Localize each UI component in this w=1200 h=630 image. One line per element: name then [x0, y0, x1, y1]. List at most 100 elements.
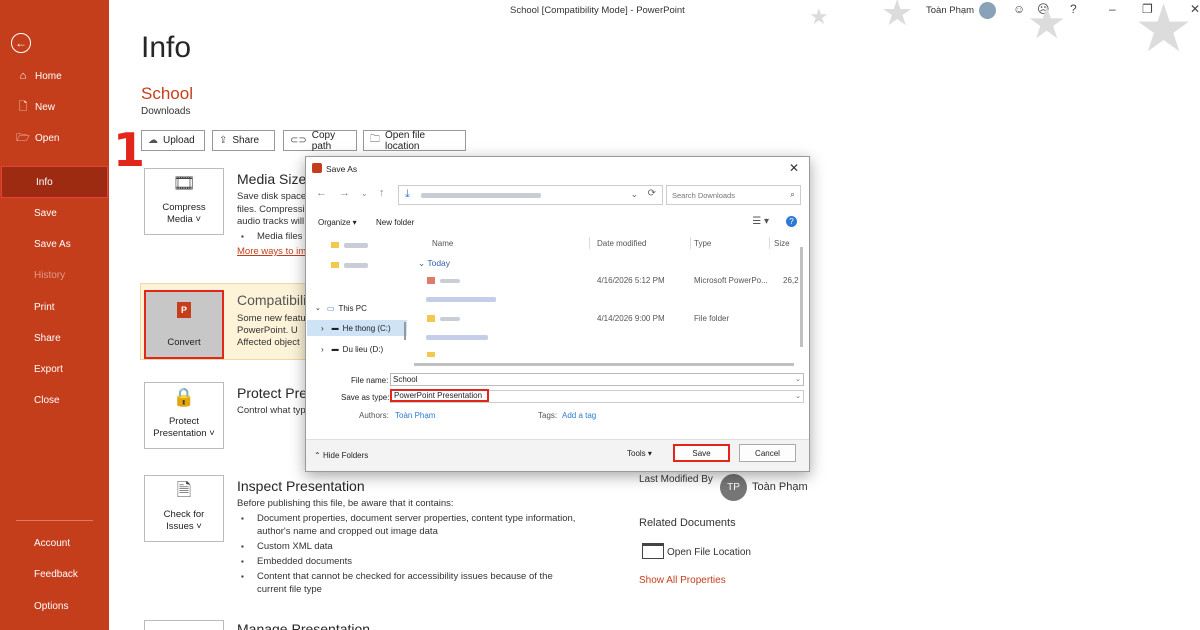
new-folder-button[interactable]: New folder: [376, 218, 414, 227]
chevron-down-icon[interactable]: ⌄: [361, 189, 368, 198]
help-icon[interactable]: ?: [1070, 2, 1077, 16]
chevron-down-icon[interactable]: ⌄: [795, 392, 801, 400]
back-arrow-icon[interactable]: ←: [11, 33, 31, 53]
more-ways-link[interactable]: More ways to im: [237, 246, 306, 257]
group-header-blurred[interactable]: [426, 297, 496, 302]
avatar[interactable]: [979, 2, 996, 19]
tree-item-this-pc[interactable]: ⌄ ▭ This PC: [307, 300, 407, 316]
sidebar-item-home[interactable]: ⌂ Home: [0, 65, 109, 87]
sidebar-divider: [16, 520, 93, 521]
compress-media-label: Compress: [162, 202, 206, 213]
save-button[interactable]: Save: [673, 444, 730, 462]
powerpoint-icon: [312, 163, 322, 173]
backstage-sidebar: ← ⌂ Home 🗋 New 🗁 Open Info Save Save As …: [0, 0, 109, 630]
sidebar-item-account[interactable]: Account: [0, 532, 109, 554]
file-list-hscrollbar[interactable]: [414, 363, 794, 366]
group-header-blurred[interactable]: [426, 335, 488, 340]
column-header-date[interactable]: Date modified: [597, 239, 646, 248]
sidebar-item-options[interactable]: Options: [0, 595, 109, 617]
close-icon[interactable]: ✕: [789, 161, 799, 175]
sidebar-item-label: History: [34, 269, 66, 281]
column-header-name[interactable]: Name: [432, 239, 453, 248]
tags-label: Tags:: [538, 411, 558, 420]
minimize-icon[interactable]: –: [1109, 2, 1116, 16]
inspect-bullet: Document properties, document server pro…: [241, 513, 581, 538]
sidebar-item-label: Info: [36, 176, 53, 188]
cancel-button[interactable]: Cancel: [739, 444, 796, 462]
sidebar-item-save-as[interactable]: Save As: [0, 233, 109, 255]
sidebar-item-new[interactable]: 🗋 New: [0, 96, 109, 118]
column-separator[interactable]: [589, 237, 590, 249]
sidebar-item-share[interactable]: Share: [0, 327, 109, 349]
check-issues-label: Check for: [163, 509, 205, 520]
tree-item-drive-d[interactable]: › ▬ Du lieu (D:): [307, 341, 407, 357]
page-title: Info: [141, 31, 192, 64]
group-header-today[interactable]: ⌄ Today: [418, 258, 450, 269]
manage-presentation-button[interactable]: [144, 620, 224, 630]
refresh-icon[interactable]: ⟳: [648, 188, 656, 199]
share-button[interactable]: ⇪ Share: [212, 130, 275, 151]
file-name-blurred: [440, 279, 460, 283]
media-text: files. Compressio: [237, 204, 310, 215]
file-type: Microsoft PowerPo...: [694, 276, 768, 285]
tree-scrollbar[interactable]: [404, 322, 406, 340]
sidebar-item-info[interactable]: Info: [1, 166, 108, 198]
check-for-issues-button[interactable]: 🗎 Check for Issues ˅: [144, 475, 224, 542]
tree-item-drive-c[interactable]: › ▬ He thong (C:): [307, 320, 407, 336]
search-icon: ⌕: [789, 189, 795, 199]
copy-path-button[interactable]: ⊂⊃ Copy path: [283, 130, 357, 152]
convert-button[interactable]: P Convert: [144, 290, 224, 359]
show-all-properties-link[interactable]: Show All Properties: [639, 575, 726, 586]
powerpoint-file-icon: [427, 277, 435, 284]
tools-dropdown[interactable]: Tools ▾: [627, 449, 652, 458]
sidebar-item-save[interactable]: Save: [0, 202, 109, 224]
protect-label: Protect: [168, 416, 200, 427]
cloud-upload-icon: ☁: [148, 135, 158, 146]
star-decoration-icon: ★: [809, 4, 829, 29]
compress-media-button[interactable]: 🎞 Compress Media ˅: [144, 168, 224, 235]
column-header-size[interactable]: Size: [774, 239, 790, 248]
sidebar-item-label: Account: [34, 537, 71, 549]
help-icon[interactable]: ?: [786, 216, 797, 227]
back-icon[interactable]: ←: [316, 187, 327, 199]
tree-item[interactable]: [307, 237, 407, 253]
search-input[interactable]: [672, 189, 782, 202]
hide-folders-button[interactable]: ⌃ Hide Folders: [314, 451, 368, 460]
upload-button[interactable]: ☁ Upload: [141, 130, 205, 151]
file-name-field[interactable]: School ⌄: [390, 373, 804, 386]
column-separator[interactable]: [690, 237, 691, 249]
file-name-blurred: [440, 317, 460, 321]
open-file-location-link[interactable]: Open File Location: [667, 547, 751, 558]
chevron-down-icon[interactable]: ⌄: [630, 189, 638, 200]
media-text: audio tracks will: [237, 216, 305, 227]
file-list-scrollbar[interactable]: [800, 247, 803, 347]
table-row[interactable]: 4/14/2026 9:00 PM File folder: [414, 312, 804, 326]
sidebar-item-close[interactable]: Close: [0, 389, 109, 411]
address-bar[interactable]: ⤓ ⌄ ⟳: [398, 185, 663, 205]
lock-search-icon: 🔒: [172, 387, 196, 407]
tree-item[interactable]: [307, 257, 407, 273]
chevron-down-icon[interactable]: ⌄: [795, 375, 801, 383]
close-window-icon[interactable]: ✕: [1190, 2, 1200, 16]
share-icon: ⇪: [219, 135, 228, 146]
smile-feedback-icon[interactable]: ☺: [1013, 2, 1025, 16]
sidebar-item-open[interactable]: 🗁 Open: [0, 127, 109, 149]
protect-presentation-button[interactable]: 🔒 Protect Presentation ˅: [144, 382, 224, 449]
user-name[interactable]: Toàn Phạm: [926, 5, 974, 16]
search-box[interactable]: ⌕: [666, 185, 801, 205]
window-title: School [Compatibility Mode] - PowerPoint: [510, 5, 685, 16]
view-options-icon[interactable]: ☰ ▾: [752, 216, 769, 227]
star-decoration-icon: ★: [881, 0, 914, 33]
up-icon[interactable]: ↑: [379, 187, 385, 199]
open-file-location-button[interactable]: 🗀 Open file location: [363, 130, 466, 152]
column-separator[interactable]: [769, 237, 770, 249]
table-row[interactable]: 4/16/2026 5:12 PM Microsoft PowerPo... 2…: [414, 274, 804, 288]
forward-icon[interactable]: →: [339, 187, 350, 199]
sidebar-item-print[interactable]: Print: [0, 296, 109, 318]
add-tag-link[interactable]: Add a tag: [562, 411, 596, 420]
sidebar-item-export[interactable]: Export: [0, 358, 109, 380]
column-header-type[interactable]: Type: [694, 239, 711, 248]
sidebar-item-feedback[interactable]: Feedback: [0, 563, 109, 585]
authors-value[interactable]: Toàn Phạm: [395, 411, 435, 420]
organize-button[interactable]: Organize ▾: [318, 218, 357, 227]
